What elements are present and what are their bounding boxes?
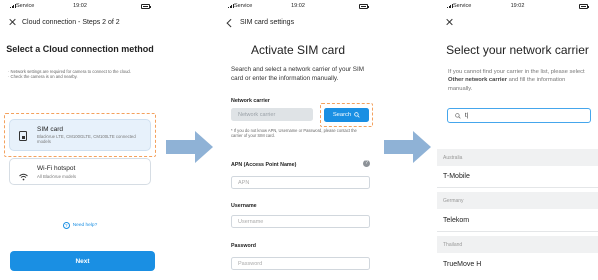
search-button[interactable]: Search bbox=[324, 108, 369, 122]
wifi-icon bbox=[19, 168, 28, 181]
carrier-list-item[interactable]: Telekom bbox=[443, 217, 469, 224]
option-title: SIM card bbox=[37, 126, 64, 133]
note-camera: · Check the camera is on and nearby. bbox=[8, 74, 78, 80]
clock: 19:02 bbox=[291, 3, 305, 9]
carrier-list-item[interactable]: TrueMove H bbox=[443, 261, 481, 268]
battery-icon bbox=[141, 4, 151, 9]
clock: 19:02 bbox=[510, 3, 525, 9]
nav-bar: Cloud connection - Steps 2 of 2 bbox=[8, 15, 152, 29]
flow-arrow-icon bbox=[166, 131, 213, 163]
section-header: Thailand bbox=[437, 236, 598, 253]
carrier-field-label: Network carrier bbox=[231, 98, 270, 104]
username-field[interactable]: Username bbox=[231, 215, 370, 228]
carrier-list-item[interactable]: T-Mobile bbox=[443, 173, 470, 180]
sim-card-option[interactable]: SIM card BlackVue LTE, CM100GLTE, CM100L… bbox=[9, 119, 151, 151]
page-description: Search and select a network carrier of y… bbox=[231, 66, 364, 82]
clock: 19:02 bbox=[73, 3, 87, 9]
next-button[interactable]: Next bbox=[10, 251, 155, 271]
flow-arrow-icon bbox=[384, 131, 431, 163]
status-bar: Service 19:02 bbox=[0, 3, 160, 11]
close-icon[interactable] bbox=[8, 18, 16, 26]
help-label: Need help? bbox=[72, 223, 98, 228]
divider bbox=[437, 187, 598, 188]
status-bar: Service 19:02 bbox=[218, 3, 378, 11]
sim-card-icon bbox=[19, 131, 27, 141]
option-title: Wi-Fi hotspot bbox=[37, 165, 76, 172]
battery-icon bbox=[359, 4, 369, 9]
search-value: t| bbox=[465, 112, 469, 119]
divider bbox=[437, 231, 598, 232]
nav-bar bbox=[445, 15, 590, 29]
page-description: If you cannot find your carrier in the l… bbox=[448, 69, 585, 92]
password-field-label: Password bbox=[231, 243, 257, 249]
section-header: Germany bbox=[437, 192, 598, 209]
apn-field[interactable]: APN bbox=[231, 176, 370, 189]
section-header: Australia bbox=[437, 149, 598, 166]
sim-card-settings-screen: Service 19:02 SIM card settings Activate… bbox=[218, 0, 378, 280]
search-label: Search bbox=[332, 112, 352, 118]
requirements-notes: · Network settings are required for came… bbox=[8, 69, 152, 80]
username-field-label: Username bbox=[231, 203, 257, 209]
wifi-hotspot-option[interactable]: Wi-Fi hotspot All BlackVue models bbox=[9, 158, 151, 185]
help-icon[interactable]: ? bbox=[363, 160, 370, 167]
page-title: Select a Cloud connection method bbox=[6, 44, 154, 54]
search-icon bbox=[354, 112, 360, 118]
network-carrier-screen: Service 19:02 Select your network carrie… bbox=[437, 0, 598, 280]
option-subtitle: All BlackVue models bbox=[37, 174, 77, 179]
password-field[interactable]: Password bbox=[231, 257, 370, 270]
question-icon: ? bbox=[62, 222, 70, 229]
page-title: Select your network carrier bbox=[446, 43, 589, 57]
apn-field-label: APN (Access Point Name) bbox=[231, 162, 297, 168]
other-carrier-emphasis: Other network carrier bbox=[448, 77, 507, 84]
need-help-link[interactable]: ? Need help? bbox=[0, 222, 160, 229]
carrier-search-input[interactable]: t| bbox=[447, 108, 591, 123]
cloud-connection-screen: Service 19:02 Cloud connection - Steps 2… bbox=[0, 0, 160, 280]
search-icon bbox=[455, 112, 461, 119]
nav-title: Cloud connection - Steps 2 of 2 bbox=[22, 18, 120, 26]
carrier-note: * If you do not know APN, Username or Pa… bbox=[231, 128, 357, 139]
option-subtitle: BlackVue LTE, CM100GLTE, CM100LTE connec… bbox=[37, 134, 136, 145]
battery-icon bbox=[579, 4, 589, 9]
close-icon[interactable] bbox=[445, 18, 453, 26]
nav-title: SIM card settings bbox=[240, 18, 295, 26]
status-bar: Service 19:02 bbox=[437, 3, 598, 11]
back-icon[interactable] bbox=[226, 18, 234, 26]
page-title: Activate SIM card bbox=[250, 43, 346, 57]
nav-bar: SIM card settings bbox=[226, 15, 370, 29]
network-carrier-field[interactable]: Network carrier bbox=[231, 108, 313, 121]
